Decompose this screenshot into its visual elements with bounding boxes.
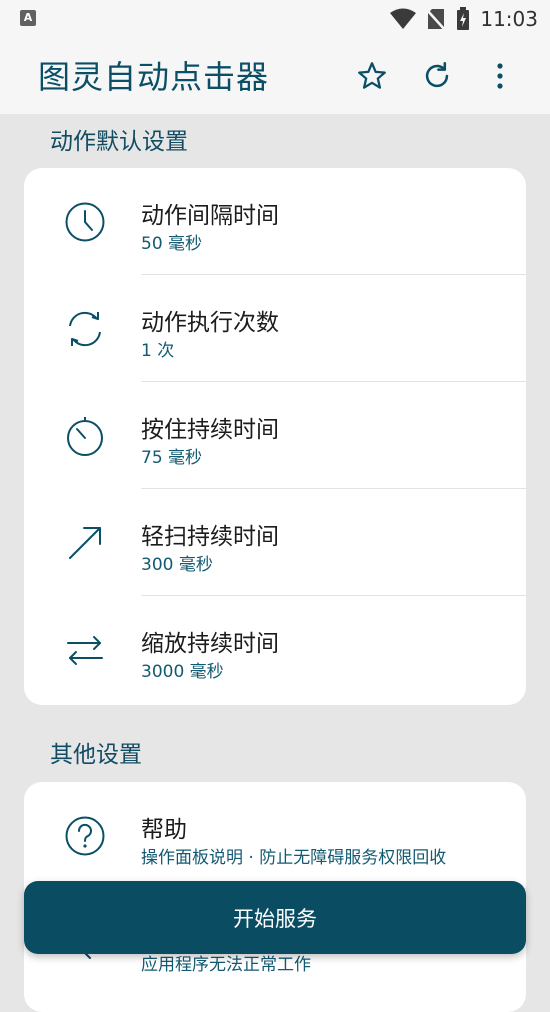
status-bar: A 11:03 bbox=[0, 0, 550, 38]
no-sim-icon bbox=[426, 9, 447, 31]
clock-icon bbox=[65, 202, 105, 242]
section-title-other: 其他设置 bbox=[50, 742, 142, 768]
swap-arrows-icon bbox=[67, 636, 103, 665]
setting-hold-duration[interactable]: 按住持续时间 75 毫秒 bbox=[24, 382, 526, 489]
start-service-button[interactable]: 开始服务 bbox=[24, 881, 526, 954]
setting-action-interval[interactable]: 动作间隔时间 50 毫秒 bbox=[24, 168, 526, 275]
default-settings-card: 动作间隔时间 50 毫秒 动作执行次数 1 次 按住持续时间 75 毫秒 轻扫持… bbox=[24, 168, 526, 705]
setting-title: 帮助 bbox=[141, 817, 187, 843]
setting-value: 50 毫秒 bbox=[141, 234, 203, 254]
setting-title: 动作执行次数 bbox=[141, 310, 279, 336]
setting-title: 动作间隔时间 bbox=[141, 203, 279, 229]
setting-repeat-count[interactable]: 动作执行次数 1 次 bbox=[24, 275, 526, 382]
help-icon bbox=[65, 816, 105, 856]
section-title-default: 动作默认设置 bbox=[50, 129, 188, 155]
setting-help[interactable]: 帮助 操作面板说明 · 防止无障碍服务权限回收 bbox=[24, 782, 526, 889]
setting-swipe-duration[interactable]: 轻扫持续时间 300 毫秒 bbox=[24, 489, 526, 596]
star-icon[interactable] bbox=[352, 56, 392, 96]
repeat-icon bbox=[69, 311, 101, 347]
setting-value: 300 毫秒 bbox=[141, 555, 213, 575]
setting-value: 3000 毫秒 bbox=[141, 662, 224, 682]
app-notification-icon: A bbox=[20, 10, 36, 26]
setting-value: 1 次 bbox=[141, 341, 175, 361]
timer-icon bbox=[67, 417, 103, 456]
battery-icon bbox=[457, 7, 470, 30]
app-title: 图灵自动点击器 bbox=[38, 58, 270, 96]
clock-time: 11:03 bbox=[480, 7, 538, 31]
status-icons: 11:03 bbox=[390, 6, 538, 32]
setting-zoom-duration[interactable]: 缩放持续时间 3000 毫秒 bbox=[24, 596, 526, 703]
refresh-icon[interactable] bbox=[417, 56, 457, 96]
setting-value: 操作面板说明 · 防止无障碍服务权限回收 bbox=[141, 848, 447, 868]
app-bar: 图灵自动点击器 bbox=[0, 38, 550, 114]
wifi-icon bbox=[390, 8, 417, 29]
setting-value: 75 毫秒 bbox=[141, 448, 203, 468]
setting-title: 缩放持续时间 bbox=[141, 631, 279, 657]
setting-title: 按住持续时间 bbox=[141, 417, 279, 443]
setting-title: 轻扫持续时间 bbox=[141, 524, 279, 550]
more-vert-icon[interactable] bbox=[480, 56, 520, 96]
arrow-diagonal-icon bbox=[69, 527, 101, 559]
